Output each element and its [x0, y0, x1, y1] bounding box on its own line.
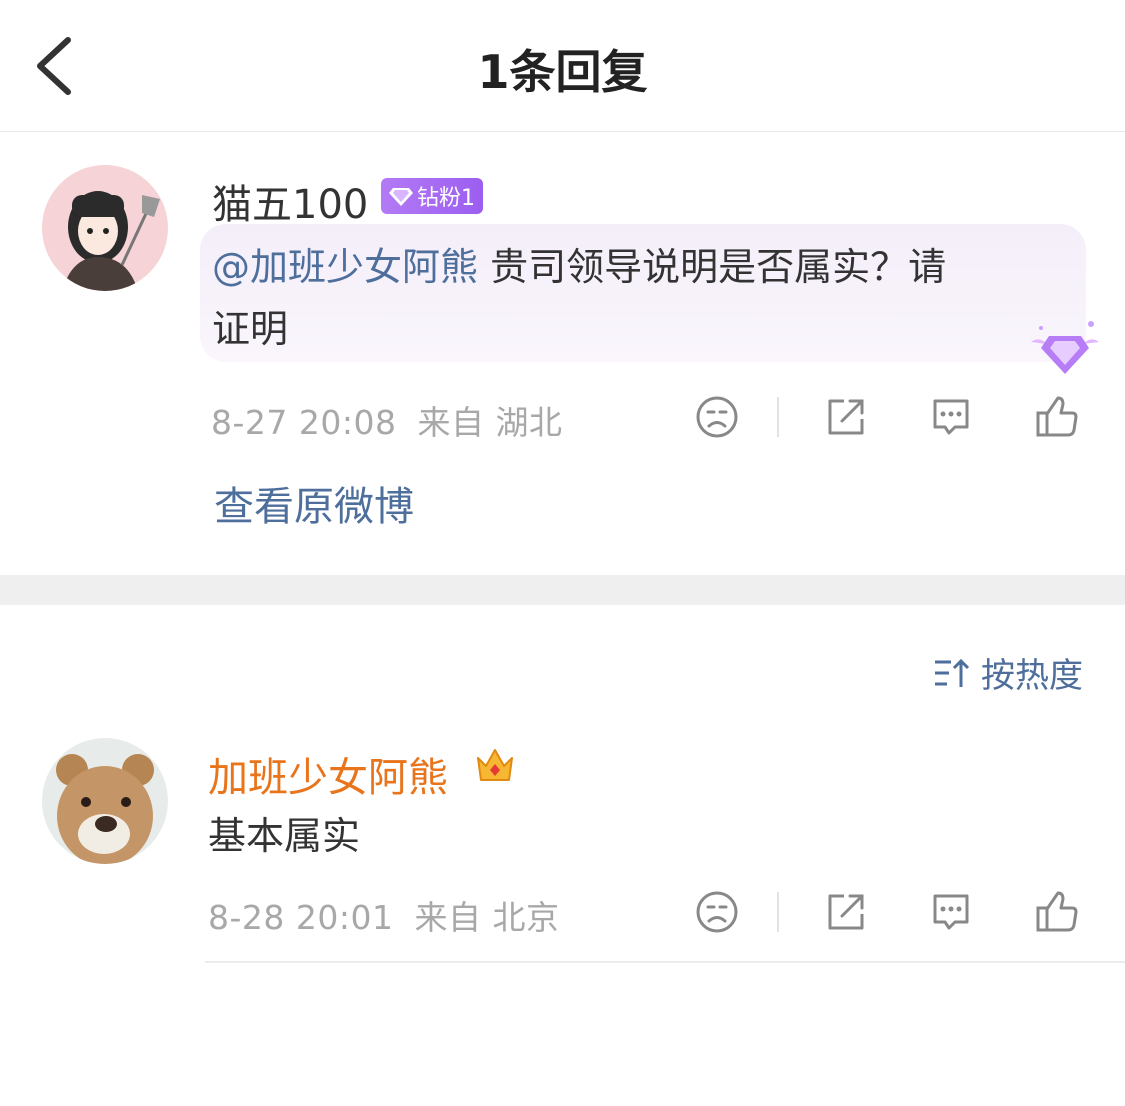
section-gap: [0, 575, 1125, 605]
share-icon[interactable]: [822, 888, 870, 936]
sort-button[interactable]: 按热度: [933, 648, 1083, 697]
mention-link[interactable]: @加班少女阿熊: [212, 245, 478, 289]
reply-meta: 8-28 20:01 来自 北京: [208, 891, 560, 939]
timestamp: 8-28 20:01: [208, 898, 394, 937]
comment-text-line: 贵司领导说明是否属实？请: [478, 245, 947, 289]
view-original-link[interactable]: 查看原微博: [214, 474, 414, 532]
badge-label: 钻粉1: [417, 186, 475, 211]
fan-badge: 钻粉1: [381, 178, 483, 214]
crown-icon: [477, 749, 513, 781]
action-divider: [777, 397, 779, 437]
sort-label: 按热度: [981, 656, 1083, 696]
location: 来自 湖北: [417, 403, 563, 442]
username[interactable]: 猫五100: [212, 172, 368, 230]
action-divider: [777, 892, 779, 932]
avatar[interactable]: [42, 738, 168, 864]
timestamp: 8-27 20:08: [211, 403, 397, 442]
avatar[interactable]: [42, 165, 168, 291]
thumbs-up-icon[interactable]: [1032, 393, 1080, 441]
sad-face-icon[interactable]: [693, 888, 741, 936]
username[interactable]: 加班少女阿熊: [208, 745, 448, 803]
comment-icon[interactable]: [927, 888, 975, 936]
row-divider: [205, 961, 1125, 963]
top-bar: 1条回复: [0, 0, 1125, 132]
page-title: 1条回复: [477, 45, 648, 99]
diamond-icon: [389, 188, 413, 206]
reply-text: 基本属实: [208, 814, 361, 858]
comment-icon[interactable]: [927, 393, 975, 441]
comment-meta: 8-27 20:08 来自 湖北: [211, 396, 563, 444]
comment-text: @加班少女阿熊 贵司领导说明是否属实？请 证明: [212, 236, 1072, 360]
sort-icon: [935, 658, 969, 687]
sad-face-icon[interactable]: [693, 393, 741, 441]
location: 来自 北京: [414, 898, 560, 937]
comment-text-line: 证明: [212, 307, 289, 351]
thumbs-up-icon[interactable]: [1032, 888, 1080, 936]
share-icon[interactable]: [822, 393, 870, 441]
